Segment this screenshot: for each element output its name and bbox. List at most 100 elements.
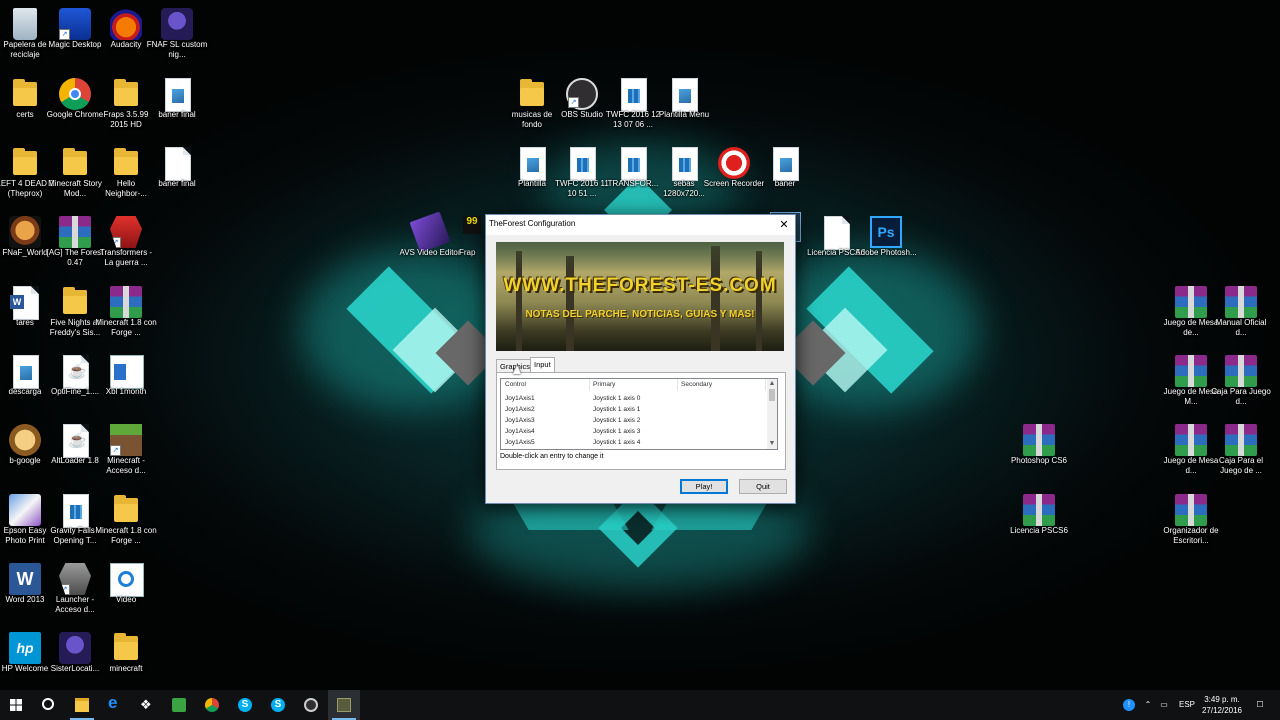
- desktop-icon-minecraft-launcher[interactable]: ↗ Minecraft - Acceso d...: [99, 420, 153, 486]
- desktop-icon-recycle-bin[interactable]: Papelera de reciclaje: [0, 4, 52, 70]
- column-header-secondary[interactable]: Secondary: [677, 379, 766, 391]
- column-header-primary[interactable]: Primary: [589, 379, 678, 391]
- edge-icon: e: [108, 693, 118, 712]
- taskbar-file-explorer[interactable]: [66, 690, 98, 720]
- desktop-icon-caja-juego-1[interactable]: Caja Para Juego d...: [1211, 351, 1271, 417]
- desktop-icon-gravity-falls[interactable]: Gravity Falls - Opening T...: [48, 490, 102, 556]
- taskbar-obs[interactable]: [295, 690, 327, 720]
- desktop-icon-obs[interactable]: ↗ OBS Studio: [555, 74, 609, 140]
- desktop-icon-twfc-2[interactable]: TWFC 2016 11 10 51 ...: [555, 143, 609, 209]
- desktop-icon-fnaf-sl[interactable]: FNAF SL custom nig...: [147, 4, 207, 70]
- taskbar-dropbox[interactable]: ❖: [131, 690, 163, 720]
- desktop-icon-fraps[interactable]: Fraps 3.5.99 2015 HD: [99, 74, 153, 140]
- desktop-icon-hello-neighbor[interactable]: Hello Neighbor-...: [99, 143, 153, 209]
- action-center-icon[interactable]: ☐: [1252, 690, 1268, 720]
- taskbar-edge[interactable]: e: [99, 690, 131, 720]
- desktop-icon-launcher[interactable]: ↗ Launcher - Acceso d...: [48, 559, 102, 625]
- desktop-icon-plantilla-menu[interactable]: Plantilla Menu: [657, 74, 711, 140]
- play-button[interactable]: Play!: [680, 479, 728, 494]
- video-file-icon: [63, 494, 89, 528]
- desktop-icon-hp-welcome[interactable]: hp HP Welcome: [0, 628, 52, 694]
- list-scrollbar[interactable]: ▲ ▼: [767, 379, 777, 449]
- desktop-icon-sisterlocation[interactable]: SisterLocati...: [48, 628, 102, 694]
- desktop-icon-chrome[interactable]: Google Chrome: [47, 74, 103, 140]
- desktop-icon-certs[interactable]: certs: [0, 74, 52, 140]
- list-item[interactable]: Joy1Axis5 Joystick 1 axis 4: [501, 437, 766, 448]
- folder-icon: [63, 287, 87, 314]
- document-icon: [824, 216, 850, 250]
- taskbar-skype-1[interactable]: S: [229, 690, 261, 720]
- scroll-up-icon[interactable]: ▲: [767, 379, 777, 389]
- desktop-icon-transfor[interactable]: TRANSFOR...: [606, 143, 660, 209]
- video-app-icon: [110, 563, 144, 597]
- desktop-icon-photoshop-cs6-rar[interactable]: Photoshop CS6: [1011, 420, 1067, 486]
- desktop-icon-photoshop[interactable]: Ps Adobe Photosh...: [855, 212, 917, 278]
- desktop-icon-left4dead[interactable]: LEFT 4 DEAD 2 (Theprox): [0, 143, 54, 209]
- desktop-icon-optifine[interactable]: ☕ OptiFine_1....: [48, 351, 102, 417]
- clock[interactable]: 3:49 p. m. 27/12/2016: [1198, 694, 1246, 716]
- desktop-icon-musicas[interactable]: musicas de fondo: [505, 74, 559, 140]
- fnaf-world-icon: [9, 216, 41, 248]
- list-item[interactable]: Joy1Axis2 Joystick 1 axis 1: [501, 404, 766, 415]
- desktop-icon-audacity[interactable]: Audacity: [99, 4, 153, 70]
- desktop-icon-magic-desktop[interactable]: ↗ Magic Desktop: [48, 4, 102, 70]
- epson-icon: [9, 494, 41, 526]
- close-icon[interactable]: ✕: [773, 215, 795, 235]
- desktop-icon-baner-final-img[interactable]: baner final: [150, 74, 204, 140]
- desktop-icon-manual-oficial[interactable]: Manual Oficial d...: [1214, 282, 1268, 348]
- desktop-icon-avs[interactable]: AVS Video Editor: [399, 211, 461, 278]
- scroll-down-icon[interactable]: ▼: [767, 439, 777, 449]
- desktop-icon-descarga[interactable]: descarga: [0, 351, 52, 417]
- desktop-icon-five-nights[interactable]: Five Nights at Freddy's Sis...: [48, 282, 102, 348]
- desktop-icon-baner-final-doc[interactable]: baner final: [150, 143, 204, 209]
- desktop-icon-baner[interactable]: baner: [758, 143, 812, 209]
- desktop-icon-minecraft-folder[interactable]: minecraft: [99, 628, 153, 694]
- desktop-icon-xbl[interactable]: Xbl 1month: [99, 351, 153, 417]
- desktop-icon-transformers[interactable]: ↗ Transformers - La guerra ...: [99, 212, 153, 278]
- desktop-icon-word-2013[interactable]: W Word 2013: [0, 559, 52, 625]
- desktop-icon-tares[interactable]: W tares: [0, 282, 52, 348]
- desktop-icon-epson[interactable]: Epson Easy Photo Print: [0, 490, 52, 556]
- input-bindings-list[interactable]: Control Primary Secondary Joy1Axis1 Joys…: [500, 378, 778, 450]
- start-button[interactable]: [0, 690, 32, 720]
- scrollbar-thumb[interactable]: [769, 389, 775, 401]
- list-item[interactable]: Joy1Axis1 Joystick 1 axis 0: [501, 393, 766, 404]
- desktop-icon-juego-mesa-2[interactable]: Juego de Mesa M...: [1164, 351, 1218, 417]
- desktop-icon-fraps[interactable]: 99 Frap: [455, 212, 485, 278]
- desktop-icon-minecraft-forge-rar[interactable]: Minecraft 1.8 con Forge ...: [95, 282, 157, 348]
- taskbar-skype-2[interactable]: S: [262, 690, 294, 720]
- desktop-icon-caja-juego-2[interactable]: Caja Para el Juego de ...: [1214, 420, 1268, 486]
- obs-icon: [304, 698, 318, 712]
- desktop-icon-organizador[interactable]: Organizador de Escritori...: [1163, 490, 1219, 556]
- taskbar-chrome[interactable]: [196, 690, 228, 720]
- desktop-icon-licencia-doc[interactable]: Licencia PSCS6: [807, 212, 865, 278]
- desktop-icon-juego-mesa-3[interactable]: Juego de Mesa d...: [1164, 420, 1218, 486]
- desktop-icon-b-google[interactable]: b-google: [0, 420, 52, 486]
- list-item[interactable]: Joy1Axis3 Joystick 1 axis 2: [501, 415, 766, 426]
- image-file-icon: [672, 78, 698, 112]
- desktop-icon-licencia-rar[interactable]: Licencia PSCS6: [1010, 490, 1068, 556]
- desktop-icon-screen-recorder[interactable]: Screen Recorder: [704, 143, 764, 209]
- list-item[interactable]: Joy1Axis4 Joystick 1 axis 3: [501, 426, 766, 437]
- chevron-up-icon[interactable]: ⌃: [1140, 690, 1156, 720]
- network-icon[interactable]: ▭: [1156, 690, 1172, 720]
- notification-badge-icon[interactable]: !: [1120, 690, 1138, 720]
- search-button[interactable]: [32, 690, 64, 720]
- desktop-icon-altloader[interactable]: ☕ AltLoader 1.8: [48, 420, 102, 486]
- desktop-icon-minecraft-forge-folder[interactable]: Minecraft 1.8 con Forge ...: [95, 490, 157, 556]
- dialog-titlebar[interactable]: TheForest Configuration ✕: [486, 215, 795, 235]
- desktop-icon-fnaf-world[interactable]: FNaF_World: [0, 212, 52, 278]
- quit-button[interactable]: Quit: [739, 479, 787, 494]
- desktop-icon-plantilla[interactable]: Plantilla: [505, 143, 559, 209]
- taskbar-the-forest[interactable]: [328, 690, 360, 720]
- desktop-icon-juego-mesa-1[interactable]: Juego de Mesa de...: [1164, 282, 1218, 348]
- desktop-icon-sebas[interactable]: sebas 1280x720...: [657, 143, 711, 209]
- taskbar-green-app[interactable]: [163, 690, 195, 720]
- language-indicator[interactable]: ESP: [1178, 690, 1196, 720]
- desktop-icon-minecraft-story[interactable]: Minecraft Story Mod...: [48, 143, 102, 209]
- desktop-icon-the-forest[interactable]: [AG] The Forest 0.47: [47, 212, 103, 278]
- video-file-icon: [621, 147, 647, 181]
- desktop-icon-video[interactable]: Video: [99, 559, 153, 625]
- column-header-control[interactable]: Control: [501, 379, 590, 391]
- desktop-icon-twfc-1[interactable]: TWFC 2016 12 13 07 06 ...: [606, 74, 660, 140]
